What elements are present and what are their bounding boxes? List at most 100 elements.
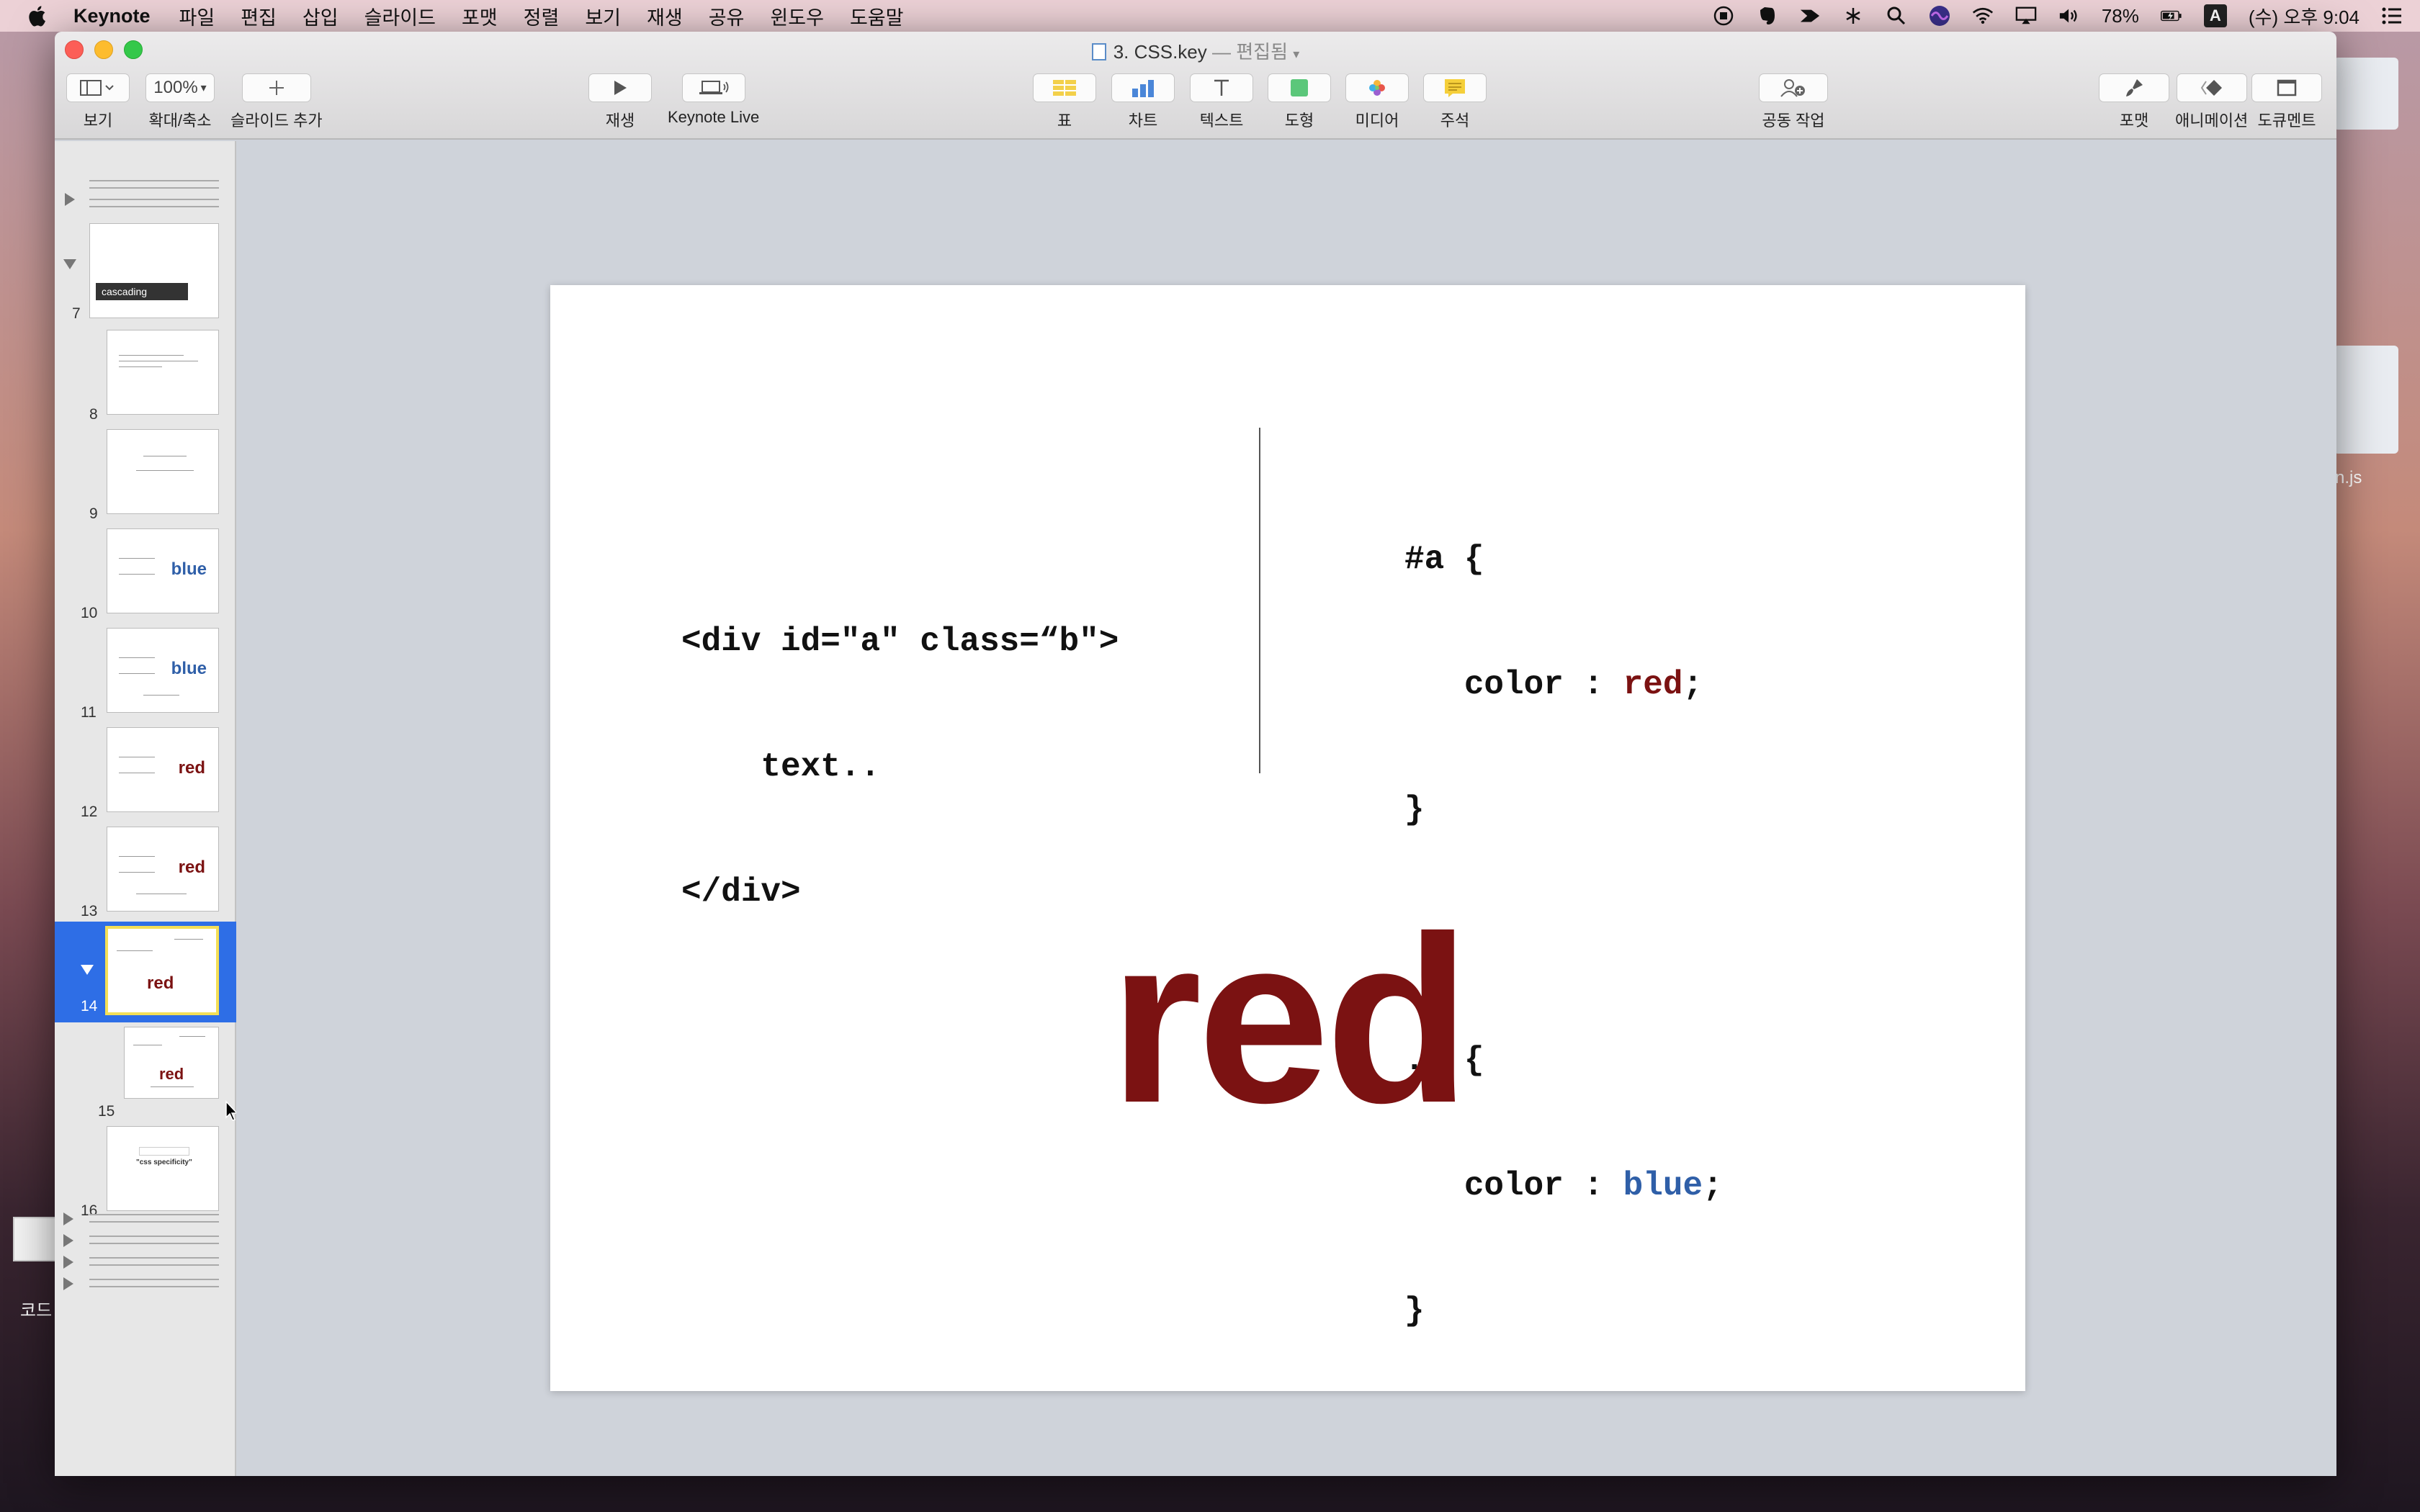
table-tool[interactable]: 표 [1033,73,1096,131]
current-slide[interactable]: <div id="a" class=“b"> text.. </div> #a … [550,285,2025,1391]
animate-button[interactable] [2176,73,2247,102]
media-tool[interactable]: 미디어 [1345,73,1409,131]
chevron-down-icon[interactable]: ▾ [1293,47,1299,61]
battery-icon[interactable] [2160,5,2182,27]
document-title[interactable]: 3. CSS.key — 편집됨 ▾ [55,37,2336,64]
wifi-icon[interactable] [1972,5,1994,27]
slide-thumbnail[interactable]: blue [107,628,219,713]
collaborate-button[interactable] [1759,73,1828,102]
slide-thumbnail[interactable] [107,429,219,514]
slide-navigator[interactable]: cascading 7 8 9 blue 10 blue 11 red 12 r… [55,141,238,1476]
menu-help[interactable]: 도움말 [850,2,904,30]
siri-icon[interactable] [1929,5,1950,27]
document-button[interactable] [2251,73,2322,102]
disclosure-triangle-icon[interactable] [63,1256,73,1269]
evernote-icon[interactable] [1756,5,1778,27]
slide-thumbnail[interactable]: red [107,727,219,812]
disclosure-triangle-icon[interactable] [65,193,75,206]
disclosure-triangle-icon[interactable] [63,1212,73,1225]
collapsed-slides-indicator[interactable] [89,1236,219,1244]
slide-thumbnail[interactable]: "css specificity" [107,1126,219,1211]
menu-arrange[interactable]: 정렬 [524,2,560,30]
slide-thumbnail[interactable]: red [107,827,219,912]
slide-thumbnail[interactable]: cascading [89,223,219,318]
slide-thumbnail-item[interactable]: blue 11 [55,628,236,721]
disclosure-triangle-icon[interactable] [63,1234,73,1247]
text-button[interactable] [1190,73,1253,102]
animate-tool[interactable]: 애니메이션 [2175,73,2248,131]
slide-thumbnail[interactable] [107,330,219,415]
zoom-select[interactable]: 100% ▾ [145,73,215,102]
play-tool[interactable]: 재생 [588,73,652,131]
disclosure-triangle-icon[interactable] [63,1277,73,1290]
menu-clock[interactable]: (수) 오후 9:04 [2249,3,2360,30]
slide-thumbnail[interactable]: blue [107,528,219,613]
tool-icon[interactable] [1842,5,1864,27]
table-button[interactable] [1033,73,1096,102]
slide-thumbnail-item[interactable]: red 12 [55,727,236,821]
shape-tool[interactable]: 도형 [1268,73,1331,131]
zoom-tool[interactable]: 100% ▾ 확대/축소 [145,73,215,131]
disclosure-triangle-icon[interactable] [63,259,76,269]
slide-divider-line[interactable] [1259,428,1260,773]
collapsed-slides-indicator[interactable] [89,1214,219,1223]
media-button[interactable] [1345,73,1409,102]
chart-tool[interactable]: 차트 [1111,73,1175,131]
view-tool[interactable]: 보기 [66,73,130,131]
desktop-file-icon[interactable] [13,1217,58,1261]
keynote-live-tool[interactable]: Keynote Live [668,73,759,127]
disclosure-triangle-icon[interactable] [81,965,94,975]
menu-slide[interactable]: 슬라이드 [364,2,436,30]
notification-center-icon[interactable] [2381,5,2403,27]
comment-tool[interactable]: 주석 [1423,73,1487,131]
menu-edit[interactable]: 편집 [241,2,277,30]
menu-app-name[interactable]: Keynote [73,5,151,27]
collapsed-slides-indicator[interactable] [89,199,219,207]
desktop-file-icon[interactable] [2334,346,2398,454]
play-button[interactable] [588,73,652,102]
slide-thumbnail[interactable]: red [105,926,219,1015]
thumbnail-result-word: red [159,1065,184,1083]
document-tool[interactable]: 도큐멘트 [2251,73,2322,131]
menu-insert[interactable]: 삽입 [302,2,339,30]
slide-thumbnail[interactable]: red [124,1027,219,1099]
desktop-file-icon[interactable] [2334,58,2398,130]
collapsed-slides-indicator[interactable] [89,1279,219,1287]
menu-format[interactable]: 포맷 [462,2,498,30]
slide-thumbnail-item[interactable]: red 13 [55,827,236,920]
slide-thumbnail-item[interactable]: "css specificity" 16 [55,1126,236,1220]
format-tool[interactable]: 포맷 [2099,73,2169,131]
forward-app-icon[interactable] [1799,5,1821,27]
slide-canvas[interactable]: <div id="a" class=“b"> text.. </div> #a … [236,141,2336,1476]
collaborate-tool[interactable]: 공동 작업 [1759,73,1828,131]
comment-button[interactable] [1423,73,1487,102]
chart-button[interactable] [1111,73,1175,102]
add-slide-tool[interactable]: 슬라이드 추가 [230,73,323,131]
result-word[interactable]: red [550,883,2025,1156]
slide-thumbnail-item[interactable]: 8 [55,330,236,423]
text-tool[interactable]: 텍스트 [1190,73,1253,131]
add-slide-button[interactable] [241,73,311,102]
menu-window[interactable]: 윈도우 [770,2,824,30]
apple-icon[interactable] [26,4,50,28]
record-icon[interactable] [1713,5,1734,27]
format-button[interactable] [2099,73,2169,102]
slide-thumbnail-item[interactable]: red 15 [55,1027,236,1120]
collapsed-slides-indicator[interactable] [89,1257,219,1266]
search-icon[interactable] [1886,5,1907,27]
volume-icon[interactable] [2058,5,2080,27]
menu-play[interactable]: 재생 [647,2,683,30]
collapsed-slides-indicator[interactable] [89,180,219,189]
slide-thumbnail-item[interactable]: cascading 7 [55,219,236,322]
input-source-indicator[interactable]: A [2203,4,2227,27]
menu-view[interactable]: 보기 [585,2,621,30]
slide-thumbnail-item[interactable]: blue 10 [55,528,236,622]
airplay-icon[interactable] [2015,5,2037,27]
keynote-live-button[interactable] [681,73,745,102]
view-button[interactable] [66,73,130,102]
menu-file[interactable]: 파일 [179,2,215,30]
shape-button[interactable] [1268,73,1331,102]
menu-share[interactable]: 공유 [709,2,745,30]
slide-thumbnail-item[interactable]: 9 [55,429,236,523]
slide-thumbnail-item-selected[interactable]: red 14 [55,922,236,1022]
